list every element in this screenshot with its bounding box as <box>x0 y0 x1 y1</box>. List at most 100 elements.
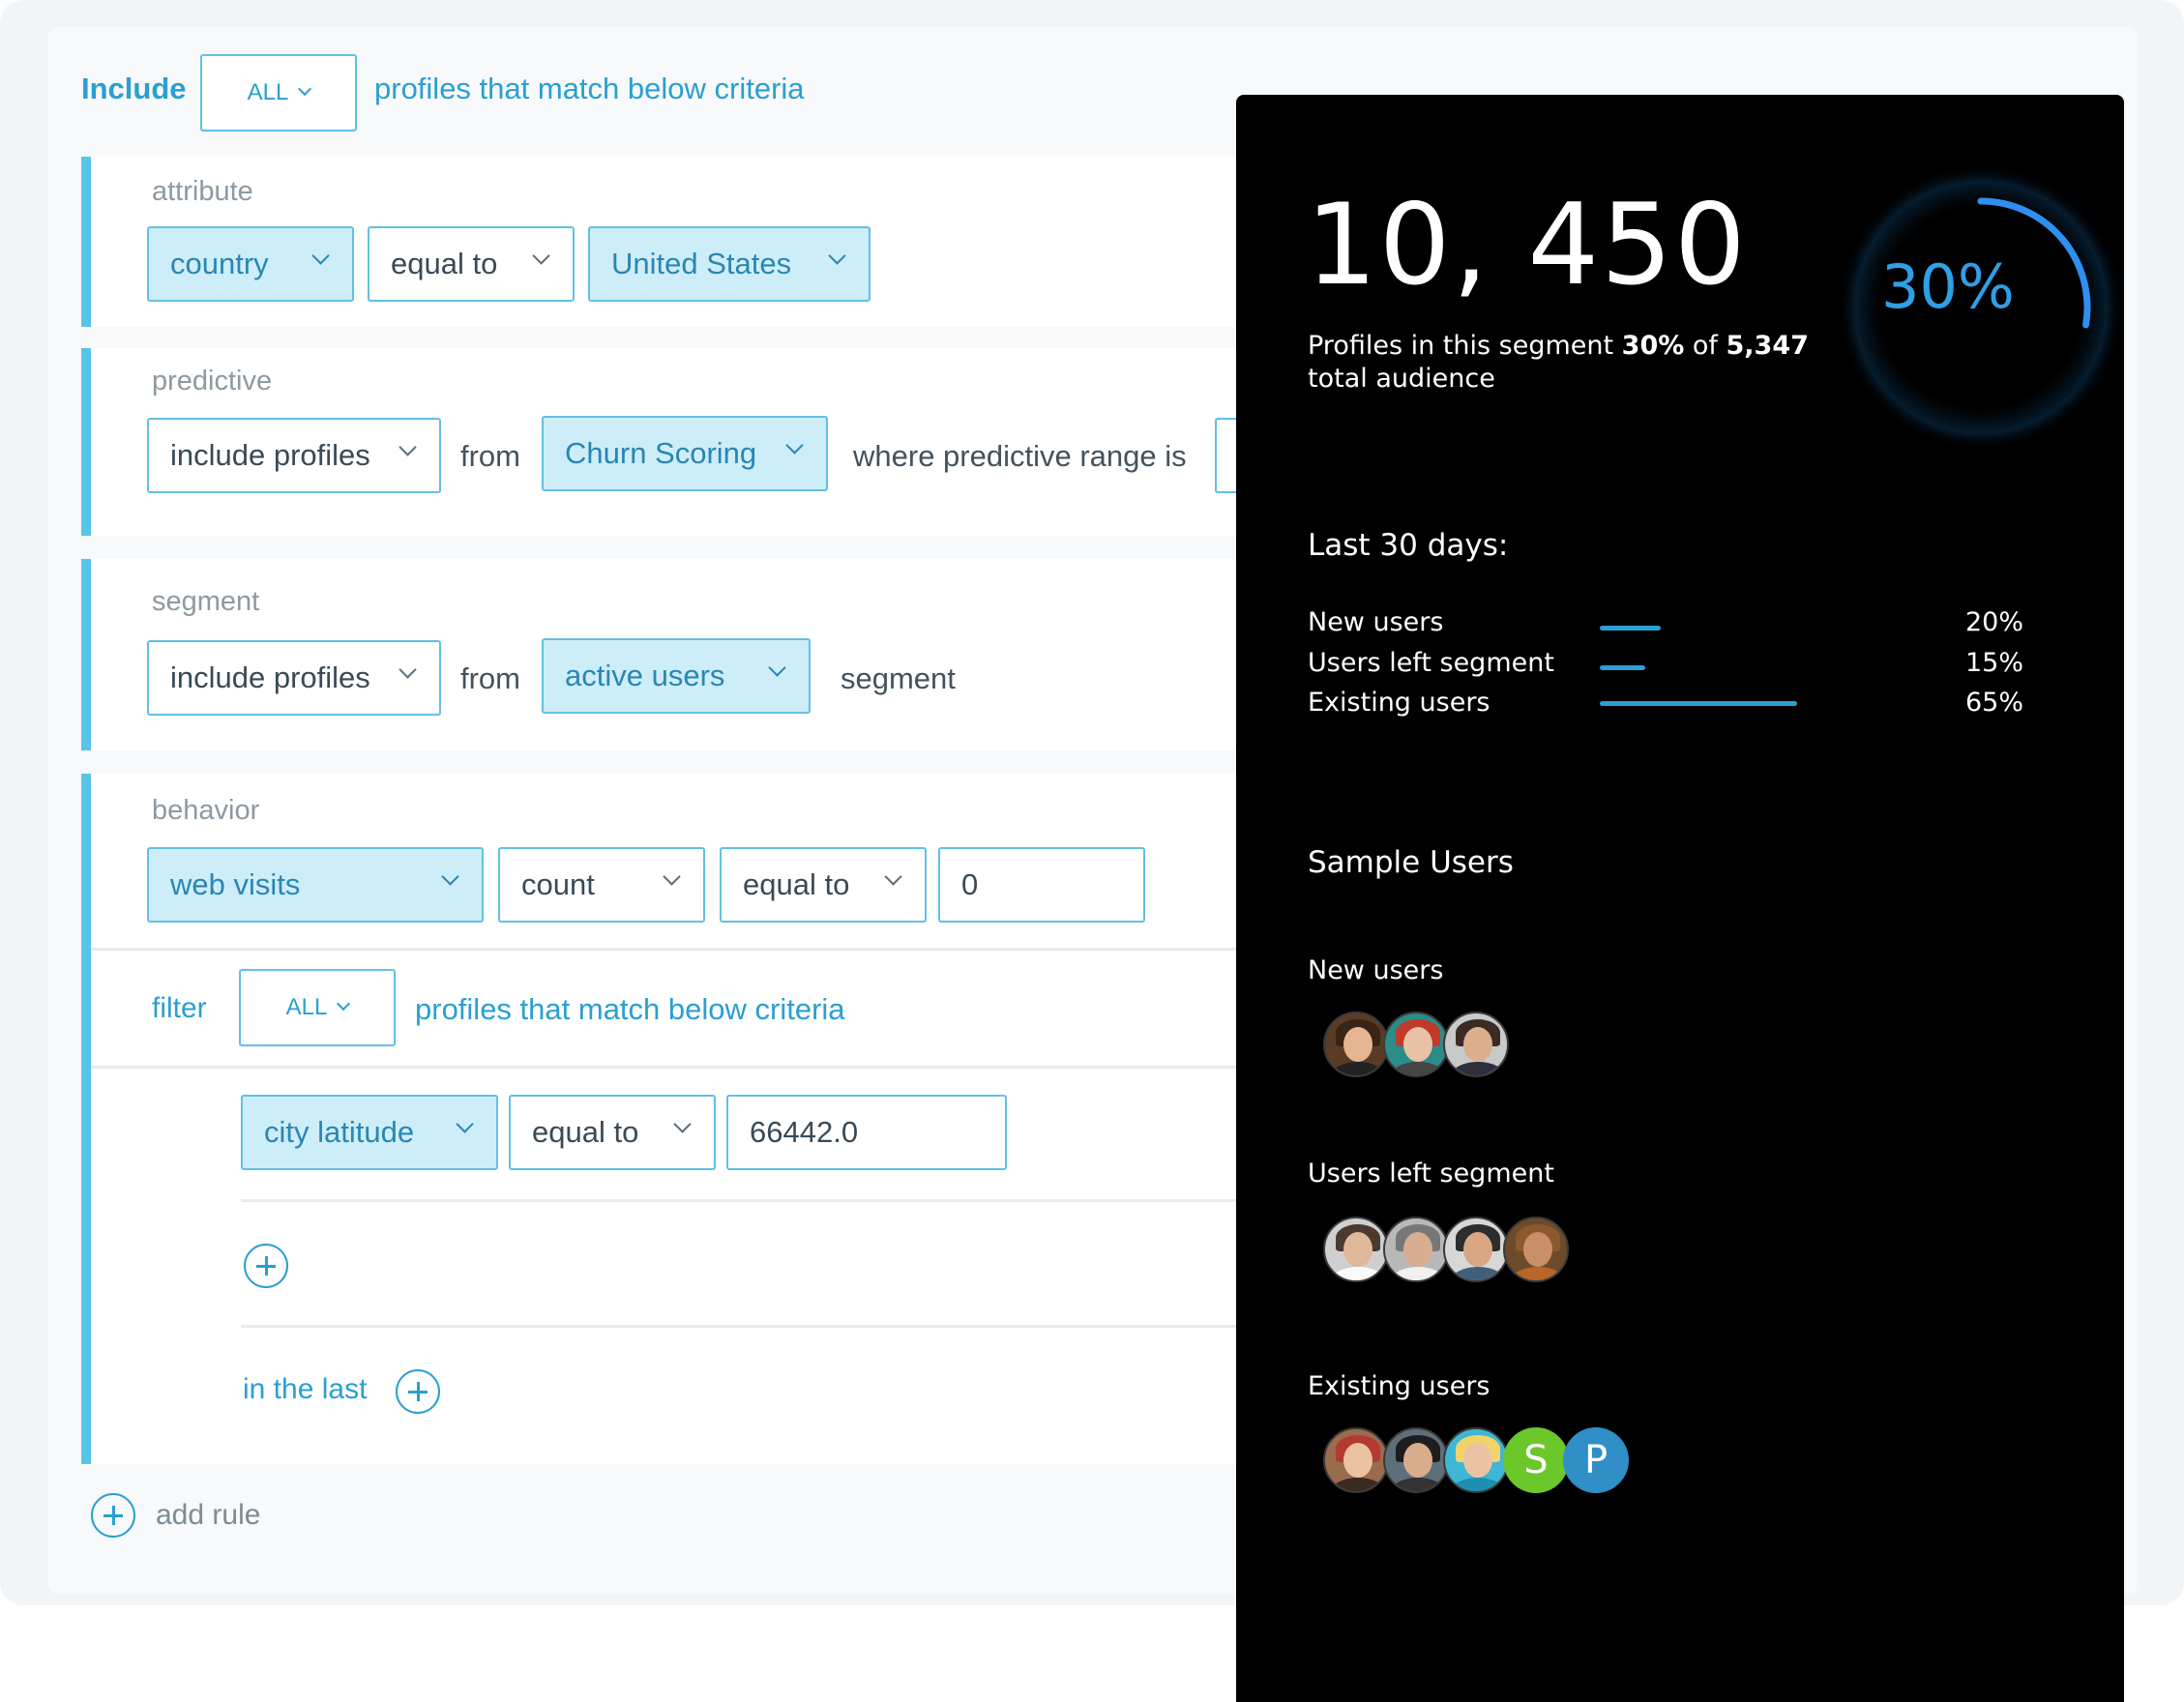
include-label: Include <box>81 72 187 105</box>
add-rule-icon[interactable] <box>91 1493 135 1538</box>
avatar[interactable] <box>1323 1427 1389 1493</box>
attribute-operator-value: equal to <box>391 247 498 280</box>
predictive-action-select[interactable]: include profiles <box>147 418 441 493</box>
stat-value: 65% <box>1964 688 2023 718</box>
predictive-label: predictive <box>152 366 273 396</box>
segment-summary-panel: 10, 450 30% Profiles in this segment 30%… <box>1236 95 2124 1702</box>
sample-users-title: Sample Users <box>1308 845 1514 880</box>
criteria-text: profiles that match below criteria <box>374 72 805 105</box>
attribute-field-value: country <box>170 247 269 280</box>
predictive-from-text: from <box>460 439 520 473</box>
chevron-down-icon <box>828 247 846 265</box>
chevron-down-icon <box>673 1115 692 1133</box>
segment-action-select[interactable]: include profiles <box>147 640 441 716</box>
segment-from-text: from <box>460 661 520 695</box>
avatar[interactable] <box>1383 1427 1449 1493</box>
behavior-aggregate-value: count <box>521 867 595 901</box>
chevron-down-icon <box>456 1115 474 1133</box>
last-30-days-title: Last 30 days: <box>1308 528 1509 563</box>
match-all-value: ALL <box>247 79 289 105</box>
description-mid: of <box>1684 331 1727 361</box>
stat-bar <box>1600 626 1661 631</box>
behavior-event-value: web visits <box>170 867 301 901</box>
chevron-down-icon <box>398 660 417 679</box>
stat-label: Users left segment <box>1308 648 1554 678</box>
filter-operator-value: equal to <box>532 1115 639 1149</box>
attribute-label: attribute <box>152 176 253 207</box>
filter-criteria-text: profiles that match below criteria <box>415 992 845 1026</box>
behavior-value: 0 <box>961 867 979 901</box>
segment-select[interactable]: active users <box>542 638 811 714</box>
attribute-field-select[interactable]: country <box>147 226 354 302</box>
segment-description: Profiles in this segment 30% of 5,347 <box>1308 331 1809 361</box>
avatar[interactable] <box>1503 1217 1569 1282</box>
avatar-initial: S <box>1523 1438 1549 1482</box>
group-title-new: New users <box>1308 955 1444 985</box>
predictive-model-select[interactable]: Churn Scoring <box>542 416 828 491</box>
divider <box>241 1199 1236 1202</box>
avatar[interactable] <box>1323 1012 1389 1077</box>
attribute-value-select[interactable]: United States <box>588 226 871 302</box>
chevron-down-icon <box>337 996 351 1012</box>
stat-label: Existing users <box>1308 688 1490 718</box>
behavior-value-input[interactable]: 0 <box>938 847 1145 923</box>
chevron-down-icon <box>785 436 804 455</box>
add-rule-label[interactable]: add rule <box>156 1499 260 1532</box>
stat-value: 15% <box>1964 648 2023 678</box>
attribute-operator-select[interactable]: equal to <box>368 226 575 302</box>
chevron-down-icon <box>884 867 902 886</box>
stat-label: New users <box>1308 607 1444 637</box>
group-title-existing: Existing users <box>1308 1371 1490 1401</box>
behavior-operator-select[interactable]: equal to <box>720 847 927 923</box>
avatar[interactable] <box>1383 1217 1449 1282</box>
behavior-aggregate-select[interactable]: count <box>498 847 705 923</box>
avatar-letter[interactable]: P <box>1563 1427 1629 1493</box>
predictive-action-value: include profiles <box>170 438 370 472</box>
avatar-initial: P <box>1583 1438 1608 1482</box>
add-timeframe-icon[interactable] <box>396 1369 440 1414</box>
divider <box>91 1066 1236 1069</box>
chevron-down-icon <box>311 247 330 265</box>
chevron-down-icon <box>398 438 417 456</box>
chevron-down-icon <box>663 867 681 886</box>
segment-suffix-text: segment <box>841 661 956 695</box>
behavior-label: behavior <box>152 795 260 826</box>
filter-operator-select[interactable]: equal to <box>509 1095 716 1170</box>
group-title-left: Users left segment <box>1308 1159 1554 1188</box>
stat-value: 20% <box>1964 607 2023 637</box>
avatar[interactable] <box>1443 1427 1509 1493</box>
avatar[interactable] <box>1443 1217 1509 1282</box>
predictive-model-value: Churn Scoring <box>565 436 757 470</box>
in-the-last-label: in the last <box>243 1373 368 1405</box>
behavior-event-select[interactable]: web visits <box>147 847 484 923</box>
description-line2: total audience <box>1308 364 1495 394</box>
avatar[interactable] <box>1323 1217 1389 1282</box>
divider <box>91 948 1236 951</box>
avatar[interactable] <box>1443 1012 1509 1077</box>
filter-value-input[interactable]: 66442.0 <box>726 1095 1007 1170</box>
stat-bar <box>1600 665 1645 670</box>
filter-field-select[interactable]: city latitude <box>241 1095 498 1170</box>
match-all-select[interactable]: ALL <box>200 54 357 132</box>
percent-value: 30% <box>1881 251 2015 322</box>
avatar-letter[interactable]: S <box>1503 1427 1569 1493</box>
chevron-down-icon <box>768 659 786 677</box>
segment-value: active users <box>565 659 725 692</box>
segment-label: segment <box>152 586 260 617</box>
profile-count: 10, 450 <box>1306 180 1748 310</box>
description-total: 5,347 <box>1726 331 1809 361</box>
avatar[interactable] <box>1383 1012 1449 1077</box>
add-filter-icon[interactable] <box>244 1244 288 1288</box>
segment-action-value: include profiles <box>170 660 370 694</box>
stat-bar <box>1600 701 1797 706</box>
filter-label: filter <box>152 992 207 1024</box>
filter-field-value: city latitude <box>264 1115 415 1149</box>
chevron-down-icon <box>298 81 312 97</box>
filter-match-select[interactable]: ALL <box>239 969 396 1046</box>
filter-value: 66442.0 <box>750 1115 859 1149</box>
filter-match-value: ALL <box>285 994 328 1020</box>
predictive-range-text: where predictive range is <box>853 439 1187 473</box>
chevron-down-icon <box>532 247 550 265</box>
description-percent: 30% <box>1621 331 1685 361</box>
description-pre: Profiles in this segment <box>1308 331 1622 361</box>
